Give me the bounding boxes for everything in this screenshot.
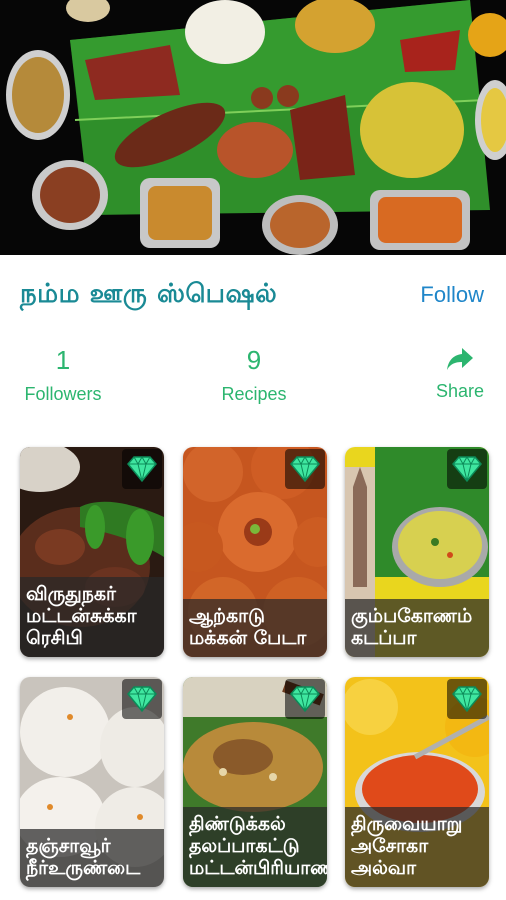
recipe-card[interactable]: கும்பகோணம் கடப்பா	[345, 447, 489, 657]
recipe-card[interactable]: தஞ்சாவூர் நீர்உருண்டை	[20, 677, 164, 887]
followers-label: Followers	[24, 384, 102, 404]
recipe-title: திண்டுக்கல் தலப்பாகட்டு மட்டன்பிரியாணி	[183, 807, 327, 887]
recipes-stat[interactable]: 9 Recipes	[194, 346, 314, 405]
recipe-card[interactable]: திருவையாறு அசோகா அல்வா	[345, 677, 489, 887]
recipe-title: கும்பகோணம் கடப்பா	[345, 599, 489, 657]
diamond-icon	[122, 449, 162, 489]
share-arrow-icon	[446, 348, 474, 376]
recipe-title: ஆற்காடு மக்கன் பேடா	[183, 599, 327, 657]
recipe-card[interactable]: ஆற்காடு மக்கன் பேடா	[183, 447, 327, 657]
recipes-count: 9	[246, 345, 262, 375]
diamond-icon	[285, 449, 325, 489]
recipe-title: தஞ்சாவூர் நீர்உருண்டை	[20, 829, 164, 887]
banner-image	[0, 0, 506, 255]
page-title: நம்ம ஊரு ஸ்பெஷல்	[20, 279, 278, 309]
follow-button[interactable]: Follow	[420, 282, 484, 308]
diamond-icon	[285, 679, 325, 719]
recipe-title: திருவையாறு அசோகா அல்வா	[345, 807, 489, 887]
recipe-title: விருதுநகர் மட்டன்சுக்கா ரெசிபி	[20, 577, 164, 657]
diamond-icon	[122, 679, 162, 719]
diamond-icon	[447, 679, 487, 719]
followers-stat[interactable]: 1 Followers	[3, 346, 123, 405]
diamond-icon	[447, 449, 487, 489]
recipe-card[interactable]: திண்டுக்கல் தலப்பாகட்டு மட்டன்பிரியாணி	[183, 677, 327, 887]
recipes-label: Recipes	[221, 384, 287, 404]
share-label: Share	[435, 381, 485, 401]
share-button[interactable]: Share	[428, 346, 492, 402]
followers-count: 1	[55, 345, 71, 375]
recipe-card[interactable]: விருதுநகர் மட்டன்சுக்கா ரெசிபி	[20, 447, 164, 657]
